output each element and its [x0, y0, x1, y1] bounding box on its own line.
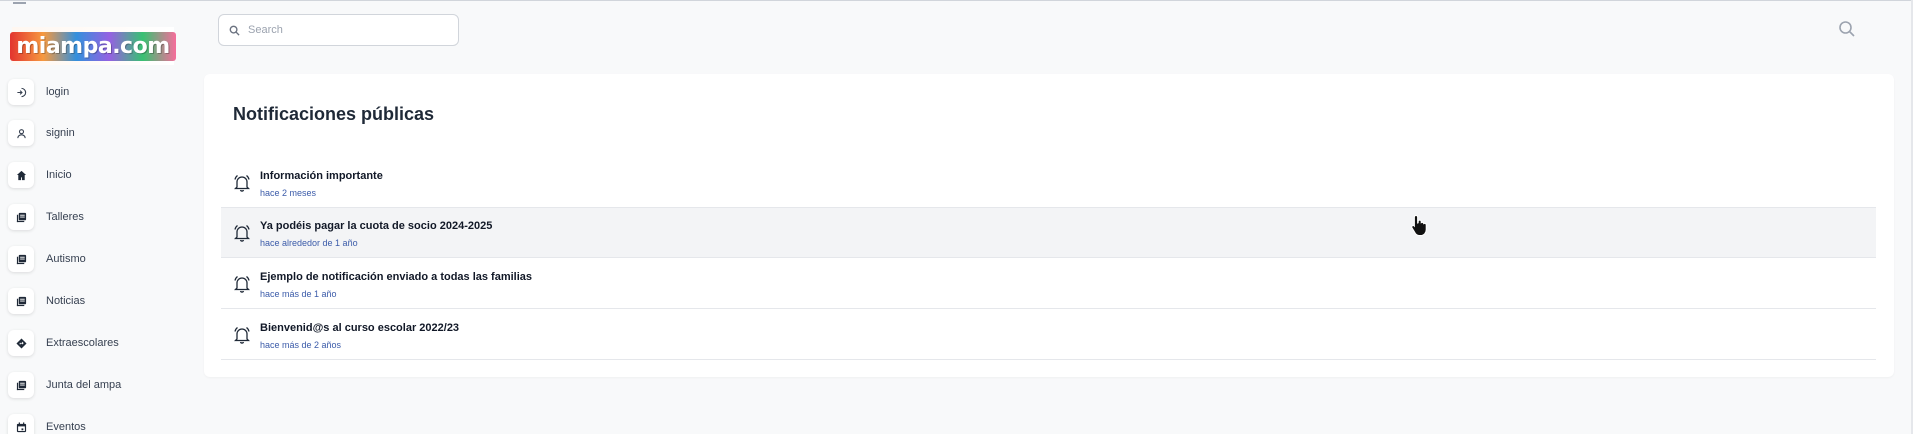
notification-time: hace 2 meses	[260, 188, 317, 198]
top-border	[0, 0, 1913, 1]
notification-item[interactable]: Información importante hace 2 meses	[221, 158, 1876, 208]
notification-title: Ya podéis pagar la cuota de socio 2024-2…	[260, 220, 493, 232]
sidebar-item-talleres[interactable]: Talleres	[8, 204, 188, 230]
sidebar-item-label: Extraescolares	[46, 337, 119, 349]
search-icon[interactable]	[1838, 20, 1856, 38]
logo-text: miampa.com	[10, 31, 176, 61]
page-title: Notificaciones públicas	[233, 104, 435, 124]
notification-item[interactable]: Bienvenid@s al curso escolar 2022/23 hac…	[221, 310, 1876, 360]
sidebar-item-label: Eventos	[46, 421, 86, 433]
direction-icon	[8, 330, 34, 356]
book-icon	[8, 204, 34, 230]
login-icon	[8, 79, 34, 105]
notification-title: Bienvenid@s al curso escolar 2022/23	[260, 322, 460, 334]
notification-title: Ejemplo de notificación enviado a todas …	[260, 271, 533, 283]
search-box[interactable]	[218, 14, 459, 46]
sidebar-item-autismo[interactable]: Autismo	[8, 246, 188, 272]
sidebar-item-eventos[interactable]: Eventos	[8, 414, 188, 434]
book-icon	[8, 246, 34, 272]
sidebar-item-signin[interactable]: signin	[8, 120, 188, 146]
search-input[interactable]	[248, 24, 438, 36]
sidebar-item-label: signin	[46, 127, 75, 139]
sidebar-item-label: login	[46, 86, 70, 98]
logo[interactable]: miampa.com	[10, 27, 176, 65]
sidebar-item-login[interactable]: login	[8, 79, 188, 105]
notification-time: hace más de 2 años	[260, 340, 342, 350]
calendar-icon	[8, 414, 34, 434]
sidebar-item-inicio[interactable]: Inicio	[8, 162, 188, 188]
notification-time: hace más de 1 año	[260, 289, 337, 299]
notification-time: hace alrededor de 1 año	[260, 238, 358, 248]
book-icon	[8, 288, 34, 314]
search-icon	[229, 25, 240, 36]
bell-icon	[234, 275, 250, 293]
sidebar-item-label: Junta del ampa	[46, 379, 122, 391]
sidebar-item-label: Autismo	[46, 253, 86, 265]
sidebar-item-label: Noticias	[46, 295, 86, 307]
notification-item[interactable]: Ya podéis pagar la cuota de socio 2024-2…	[221, 208, 1876, 258]
notifications-card: Notificaciones públicas Información impo…	[204, 74, 1894, 377]
home-icon	[8, 162, 34, 188]
notification-item[interactable]: Ejemplo de notificación enviado a todas …	[221, 259, 1876, 309]
book-icon	[8, 372, 34, 398]
sidebar-item-noticias[interactable]: Noticias	[8, 288, 188, 314]
bell-icon	[234, 224, 250, 242]
bell-icon	[234, 174, 250, 192]
sidebar-item-extraescolares[interactable]: Extraescolares	[8, 330, 188, 356]
sidebar-item-label: Talleres	[46, 211, 84, 223]
bell-icon	[234, 326, 250, 344]
user-icon	[8, 120, 34, 146]
sidebar-item-junta-del-ampa[interactable]: Junta del ampa	[8, 372, 188, 398]
sidebar-item-label: Inicio	[46, 169, 72, 181]
sidebar: miampa.com login signin Inicio Talleres …	[0, 0, 195, 434]
notification-title: Información importante	[260, 170, 383, 182]
hand-cursor-icon	[1411, 214, 1427, 236]
